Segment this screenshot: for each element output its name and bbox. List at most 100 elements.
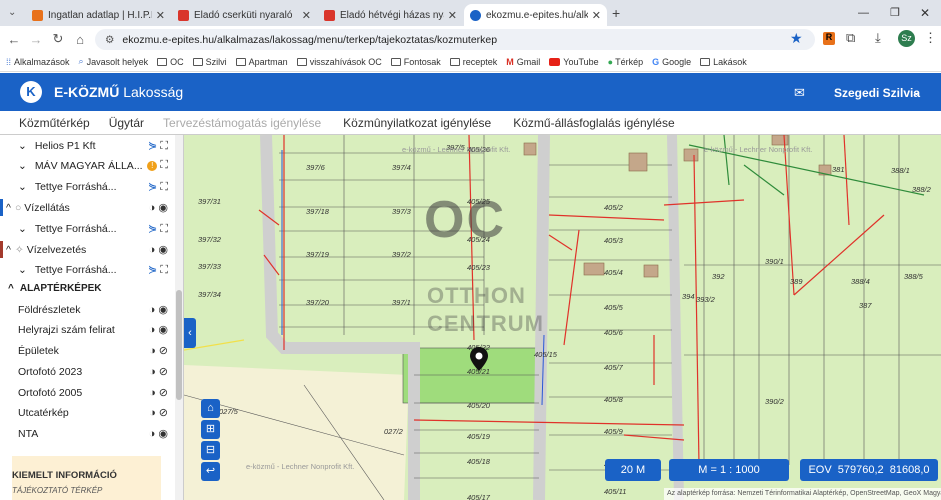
bookmark-gmail[interactable]: M Gmail (506, 57, 540, 67)
layer-controls[interactable]: ◑ ◉ (149, 323, 168, 336)
bookmark-folder[interactable]: OC (157, 57, 184, 67)
menu-ugytar[interactable]: Ügytár (109, 116, 144, 130)
tab-nyaralo[interactable]: Eladó hétvégi házas nyaraló - O✕ (318, 4, 463, 26)
chevron-down-icon[interactable]: ⌄ (911, 83, 922, 99)
location-pin-icon[interactable] (469, 346, 489, 372)
eye-off-icon[interactable]: ⊘ (159, 387, 168, 399)
mail-icon[interactable]: ✉ (794, 85, 805, 101)
layer-row[interactable]: ⌄ Tettye Forráshá... ⋟ ⛶ (0, 218, 174, 239)
url-field[interactable]: ⚙ ekozmu.e-epites.hu/alkalmazas/lakossag… (95, 29, 815, 50)
bookmark-google[interactable]: G Google (652, 57, 691, 67)
tab-list-chevron-icon[interactable]: ⌄ (8, 7, 16, 18)
chevron-up-icon[interactable]: ^ (6, 202, 11, 214)
back-button[interactable]: ↩ (201, 462, 220, 481)
chevron-down-icon[interactable]: ⌄ (18, 140, 27, 152)
bookmark-youtube[interactable]: YouTube (549, 57, 599, 67)
close-window-icon[interactable]: ✕ (920, 6, 930, 20)
base-layer-row[interactable]: Épületek ◑ ⊘ (0, 340, 174, 361)
extension-r-icon[interactable]: R (823, 32, 835, 45)
close-tab-icon[interactable]: ✕ (592, 9, 601, 22)
base-layer-row[interactable]: Földrészletek ◑ ◉ (0, 299, 174, 320)
forward-arrow-icon[interactable]: → (25, 32, 47, 47)
eye-icon[interactable]: ◉ (158, 244, 168, 256)
eye-icon[interactable]: ◉ (158, 428, 168, 440)
map-canvas[interactable]: OC OTTHON CENTRUM 397/6 397/4 397/5 397/18 3… (184, 135, 941, 500)
eye-off-icon[interactable]: ⊘ (159, 345, 168, 357)
base-layer-row[interactable]: NTA ◑ ◉ (0, 423, 174, 444)
chevron-down-icon[interactable]: ⌄ (18, 181, 27, 193)
opacity-icon[interactable]: ◑ (149, 387, 156, 399)
user-name[interactable]: Szegedi Szilvia (834, 86, 920, 100)
layer-controls[interactable]: ◑ ◉ (149, 303, 168, 316)
opacity-icon[interactable]: ◑ (149, 366, 156, 378)
coordinate-readout[interactable]: EOV 579760,2 81608,0 (800, 459, 938, 481)
scrollbar-thumb[interactable] (176, 290, 182, 400)
opacity-icon[interactable]: ◑ (149, 202, 156, 214)
close-tab-icon[interactable]: ✕ (448, 9, 457, 22)
fullscreen-icon[interactable]: ⛶ (160, 264, 168, 276)
layer-controls[interactable]: ◑ ◉ (149, 243, 168, 256)
zoom-in-button[interactable]: ⊞ (201, 420, 220, 439)
chevron-up-icon[interactable]: ^ (6, 244, 11, 256)
eye-icon[interactable]: ◉ (158, 304, 168, 316)
opacity-icon[interactable]: ◑ (149, 345, 156, 357)
opacity-icon[interactable]: ◑ (149, 407, 156, 419)
bookmark-apps[interactable]: ⁞⁞ Alkalmazások (6, 57, 70, 67)
tab-ekozmu[interactable]: ekozmu.e-epites.hu/alkalmazá✕ (464, 4, 607, 26)
bookmark-folder[interactable]: visszahívások OC (296, 57, 382, 67)
layer-group-vizellatas[interactable]: ^ ○ Vízellátás ◑ ◉ (0, 197, 174, 218)
home-icon[interactable]: ⌂ (69, 32, 91, 47)
layer-controls[interactable]: ◑ ⊘ (149, 406, 168, 419)
layer-controls[interactable]: ◑ ◉ (149, 427, 168, 440)
chevron-up-icon[interactable]: ^ (8, 283, 14, 294)
zoom-out-button[interactable]: ⊟ (201, 441, 220, 460)
layer-controls[interactable]: ◑ ⊘ (149, 386, 168, 399)
layer-controls[interactable]: ⋟ ⛶ (148, 180, 168, 194)
share-icon[interactable]: ⋟ (148, 140, 157, 152)
share-icon[interactable]: ⋟ (148, 223, 157, 235)
base-layer-row[interactable]: Helyrajzi szám felirat ◑ ◉ (0, 319, 174, 340)
scale-ratio[interactable]: M = 1 : 1000 (669, 459, 789, 481)
eye-off-icon[interactable]: ⊘ (159, 407, 168, 419)
layer-controls[interactable]: ⋟ ⛶ (148, 263, 168, 277)
eye-icon[interactable]: ◉ (158, 324, 168, 336)
layer-controls[interactable]: ◑ ⊘ (149, 344, 168, 357)
chevron-down-icon[interactable]: ⌄ (18, 160, 27, 172)
chevron-down-icon[interactable]: ⌄ (18, 223, 27, 235)
site-settings-icon[interactable]: ⚙ (105, 34, 114, 46)
layer-row[interactable]: ⌄ Tettye Forráshá... ⋟ ⛶ (0, 259, 174, 280)
layer-controls[interactable]: ⋟ ⛶ (148, 222, 168, 236)
bookmark-folder[interactable]: Fontosak (390, 57, 441, 67)
layer-controls[interactable]: ◑ ◉ (149, 201, 168, 214)
collapse-sidebar-button[interactable]: ‹ (184, 318, 196, 348)
bookmark-folder[interactable]: Lakások (700, 57, 747, 67)
back-arrow-icon[interactable]: ← (3, 32, 25, 47)
sidebar-scrollbar[interactable] (175, 135, 183, 500)
maximize-icon[interactable]: ❐ (890, 6, 900, 19)
tab-hiper[interactable]: Ingatlan adatlap | H.I.P.E.R✕ (26, 4, 171, 26)
base-layer-row[interactable]: Utcatérkép ◑ ⊘ (0, 402, 174, 423)
bookmark-star-icon[interactable]: ★ (790, 30, 803, 47)
browser-menu-icon[interactable]: ⋮ (924, 30, 937, 46)
share-icon[interactable]: ⋟ (148, 181, 157, 193)
opacity-icon[interactable]: ◑ (149, 304, 156, 316)
close-tab-icon[interactable]: ✕ (302, 9, 311, 22)
fullscreen-icon[interactable]: ⛶ (160, 159, 168, 171)
opacity-icon[interactable]: ◑ (149, 324, 156, 336)
menu-tervezes[interactable]: Tervezéstámogatás igénylése (163, 116, 321, 130)
menu-kozmuterkep[interactable]: Közműtérkép (19, 116, 90, 130)
bookmark-folder[interactable]: Szilvi (192, 57, 227, 67)
bookmark-maps[interactable]: ● Térkép (608, 57, 643, 67)
layer-row[interactable]: ⌄ MÁV MAGYAR ÁLLA... ! ⛶ (0, 155, 174, 176)
bookmark-folder[interactable]: Apartman (235, 57, 288, 67)
profile-avatar[interactable]: Sz (898, 30, 915, 47)
reload-icon[interactable]: ↻ (47, 31, 69, 47)
fullscreen-icon[interactable]: ⛶ (160, 140, 168, 152)
layer-group-vizelvezetes[interactable]: ^ ✧ Vízelvezetés ◑ ◉ (0, 239, 174, 260)
extensions-puzzle-icon[interactable]: ⧉ (846, 30, 855, 46)
home-view-button[interactable]: ⌂ (201, 399, 220, 418)
fullscreen-icon[interactable]: ⛶ (160, 181, 168, 193)
menu-nyilatkozat[interactable]: Közmûnyilatkozat igénylése (343, 116, 491, 130)
share-icon[interactable]: ⋟ (148, 264, 157, 276)
download-icon[interactable]: ⤓ (875, 30, 881, 46)
